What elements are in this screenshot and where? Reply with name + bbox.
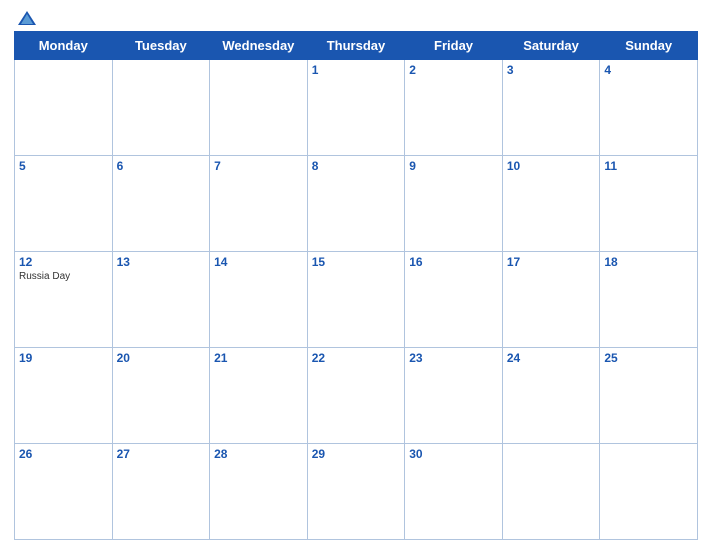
calendar-cell <box>112 60 210 156</box>
calendar-cell <box>15 60 113 156</box>
day-number: 28 <box>214 447 303 461</box>
day-number: 7 <box>214 159 303 173</box>
calendar-cell: 21 <box>210 348 308 444</box>
logo-icon <box>18 11 36 25</box>
day-number: 16 <box>409 255 498 269</box>
calendar-cell: 17 <box>502 252 600 348</box>
calendar-cell: 25 <box>600 348 698 444</box>
holiday-label: Russia Day <box>19 271 108 282</box>
day-number: 20 <box>117 351 206 365</box>
calendar-cell: 9 <box>405 156 503 252</box>
calendar-cell: 14 <box>210 252 308 348</box>
calendar-cell <box>502 444 600 540</box>
calendar-cell: 6 <box>112 156 210 252</box>
calendar-week-row: 1234 <box>15 60 698 156</box>
calendar-cell: 4 <box>600 60 698 156</box>
calendar-cell: 7 <box>210 156 308 252</box>
calendar-cell: 20 <box>112 348 210 444</box>
calendar-cell: 22 <box>307 348 405 444</box>
calendar-cell: 8 <box>307 156 405 252</box>
day-number: 4 <box>604 63 693 77</box>
day-number: 2 <box>409 63 498 77</box>
day-number: 26 <box>19 447 108 461</box>
calendar-cell <box>600 444 698 540</box>
calendar-cell: 15 <box>307 252 405 348</box>
day-number: 9 <box>409 159 498 173</box>
calendar-cell: 11 <box>600 156 698 252</box>
calendar-cell: 5 <box>15 156 113 252</box>
day-number: 22 <box>312 351 401 365</box>
day-number: 3 <box>507 63 596 77</box>
calendar-cell: 12 Russia Day <box>15 252 113 348</box>
calendar-cell <box>210 60 308 156</box>
calendar-header <box>14 10 698 25</box>
calendar-cell: 28 <box>210 444 308 540</box>
day-number: 10 <box>507 159 596 173</box>
day-number: 1 <box>312 63 401 77</box>
day-number: 25 <box>604 351 693 365</box>
day-number: 30 <box>409 447 498 461</box>
calendar-cell: 19 <box>15 348 113 444</box>
calendar-cell: 30 <box>405 444 503 540</box>
calendar-cell: 2 <box>405 60 503 156</box>
calendar-table: MondayTuesdayWednesdayThursdayFridaySatu… <box>14 31 698 540</box>
calendar-week-row: 56789 10 11 <box>15 156 698 252</box>
weekday-header: Wednesday <box>210 32 308 60</box>
calendar-cell: 3 <box>502 60 600 156</box>
day-number: 23 <box>409 351 498 365</box>
day-number: 11 <box>604 159 693 173</box>
logo <box>16 10 36 25</box>
day-number: 5 <box>19 159 108 173</box>
day-number: 13 <box>117 255 206 269</box>
day-number: 17 <box>507 255 596 269</box>
calendar-week-row: 19 20 21 22 23 24 25 <box>15 348 698 444</box>
day-number: 29 <box>312 447 401 461</box>
calendar-cell: 29 <box>307 444 405 540</box>
day-number: 19 <box>19 351 108 365</box>
day-number: 24 <box>507 351 596 365</box>
calendar-cell: 16 <box>405 252 503 348</box>
calendar-cell: 26 <box>15 444 113 540</box>
calendar-cell: 27 <box>112 444 210 540</box>
day-number: 21 <box>214 351 303 365</box>
calendar-cell: 13 <box>112 252 210 348</box>
weekday-header: Monday <box>15 32 113 60</box>
day-number: 12 <box>19 255 108 269</box>
calendar-week-row: 26 27 28 29 30 <box>15 444 698 540</box>
day-number: 27 <box>117 447 206 461</box>
day-number: 18 <box>604 255 693 269</box>
calendar-cell: 10 <box>502 156 600 252</box>
weekday-header-row: MondayTuesdayWednesdayThursdayFridaySatu… <box>15 32 698 60</box>
weekday-header: Tuesday <box>112 32 210 60</box>
weekday-header: Saturday <box>502 32 600 60</box>
day-number: 8 <box>312 159 401 173</box>
weekday-header: Sunday <box>600 32 698 60</box>
weekday-header: Friday <box>405 32 503 60</box>
calendar-cell: 18 <box>600 252 698 348</box>
day-number: 15 <box>312 255 401 269</box>
weekday-header: Thursday <box>307 32 405 60</box>
calendar-cell: 1 <box>307 60 405 156</box>
day-number: 14 <box>214 255 303 269</box>
day-number: 6 <box>117 159 206 173</box>
calendar-cell: 23 <box>405 348 503 444</box>
calendar-cell: 24 <box>502 348 600 444</box>
calendar-week-row: 12 Russia Day 13 14 15 16 17 18 <box>15 252 698 348</box>
